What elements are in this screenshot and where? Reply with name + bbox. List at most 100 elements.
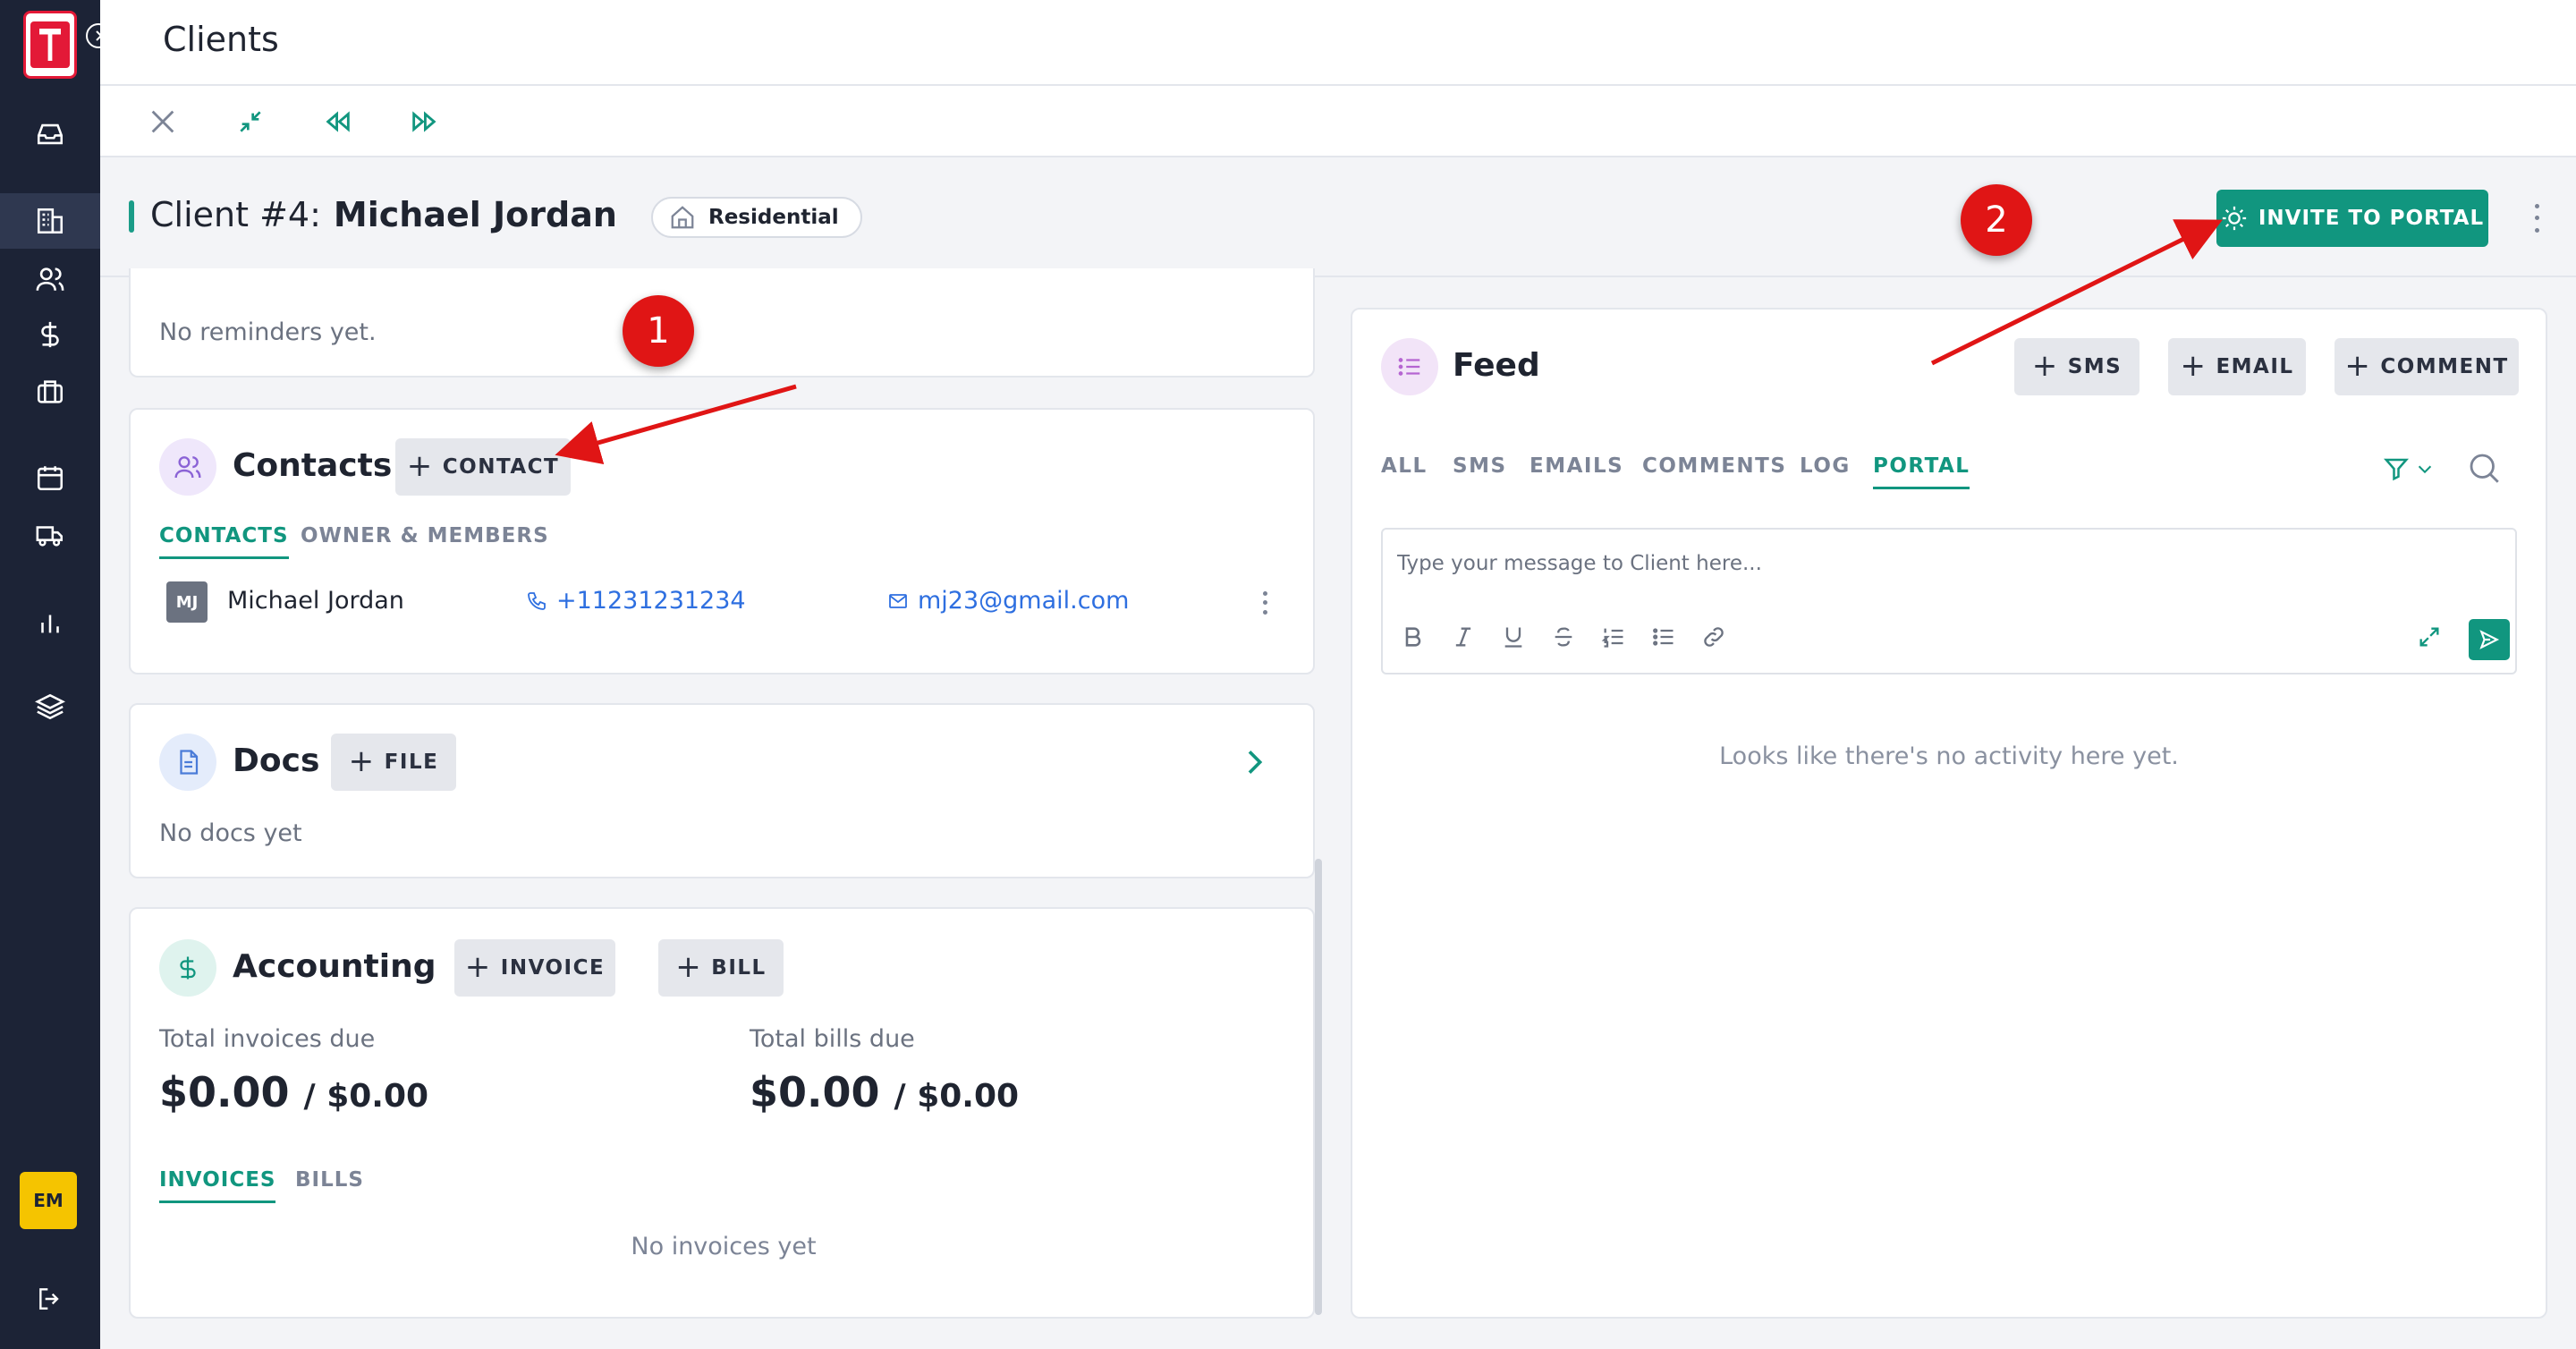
sidebar-item-dispatch[interactable] [25, 510, 75, 560]
bills-due-amount: $0.00 / $0.00 [750, 1068, 1019, 1116]
italic-icon [1455, 627, 1471, 647]
sidebar-item-layers[interactable] [25, 682, 75, 732]
feed-tab-emails[interactable]: EMAILS [1530, 454, 1623, 487]
bills-due-value: $0.00 [750, 1068, 880, 1116]
docs-card-icon [159, 734, 216, 791]
briefcase-icon [37, 380, 64, 403]
sidebar: EM [0, 0, 111, 1349]
contact-email: mj23@gmail.com [918, 587, 1130, 615]
mail-icon [889, 593, 907, 608]
client-type-badge[interactable]: Residential [651, 197, 862, 238]
feed-search-button[interactable] [2465, 449, 2503, 487]
client-type-label: Residential [708, 206, 839, 229]
phone-icon [528, 591, 546, 610]
numbered-list-button[interactable] [1596, 619, 1631, 655]
plus-icon: + [675, 949, 703, 985]
company-logo[interactable] [23, 11, 77, 79]
underline-button[interactable] [1496, 619, 1531, 655]
strikethrough-button[interactable] [1546, 619, 1581, 655]
left-panel-scrollbar[interactable] [1315, 859, 1322, 1315]
chevron-down-icon [2418, 465, 2432, 474]
contact-name[interactable]: Michael Jordan [227, 587, 404, 615]
topbar: Clients [100, 0, 2576, 86]
expand-composer-button[interactable] [2411, 619, 2447, 655]
users-icon [36, 267, 64, 291]
tab-bills[interactable]: BILLS [295, 1168, 364, 1201]
add-email-label: EMAIL [2216, 355, 2294, 378]
accounting-card-icon [159, 939, 216, 997]
sidebar-item-clients[interactable] [0, 193, 100, 249]
docs-expand-button[interactable] [1236, 744, 1272, 780]
tab-invoices[interactable]: INVOICES [159, 1168, 276, 1203]
more-options-button[interactable] [2528, 200, 2546, 236]
tab-owner-members[interactable]: OWNER & MEMBERS [301, 524, 549, 556]
invoices-due-total: / $0.00 [303, 1078, 429, 1115]
bullet-list-button[interactable] [1646, 619, 1682, 655]
feed-tab-all[interactable]: ALL [1381, 454, 1428, 487]
contact-row-menu-button[interactable] [1256, 589, 1274, 617]
feed-title: Feed [1453, 347, 1540, 384]
contact-email-link[interactable]: mj23@gmail.com [887, 587, 1129, 615]
add-contact-button[interactable]: + CONTACT [395, 438, 571, 496]
add-comment-label: COMMENT [2380, 355, 2509, 378]
tab-contacts[interactable]: CONTACTS [159, 524, 289, 559]
add-invoice-button[interactable]: + INVOICE [454, 939, 615, 997]
search-icon [2470, 454, 2499, 483]
invite-label: INVITE TO PORTAL [2258, 207, 2485, 230]
chevron-right-icon [1248, 751, 1263, 774]
sun-icon [2222, 206, 2246, 231]
record-toolbar [100, 86, 2576, 157]
collapse-button[interactable] [231, 102, 270, 141]
contact-phone: +11231231234 [556, 587, 746, 615]
add-bill-button[interactable]: + BILL [658, 939, 784, 997]
page-title: Clients [163, 20, 279, 59]
bold-button[interactable] [1395, 619, 1431, 655]
sidebar-item-logout[interactable] [25, 1274, 75, 1324]
user-avatar[interactable]: EM [20, 1172, 77, 1229]
add-file-label: FILE [384, 751, 439, 774]
filter-icon [2383, 458, 2410, 481]
feed-tab-comments[interactable]: COMMENTS [1642, 454, 1786, 487]
contacts-card-icon [159, 438, 216, 496]
contact-phone-link[interactable]: +11231231234 [526, 587, 746, 615]
previous-record-button[interactable] [318, 102, 358, 141]
layers-icon [35, 693, 65, 720]
italic-button[interactable] [1445, 619, 1481, 655]
send-icon [2479, 630, 2500, 649]
sidebar-item-inbox[interactable] [25, 109, 75, 159]
add-contact-label: CONTACT [442, 455, 560, 479]
invoices-empty-text: No invoices yet [631, 1233, 817, 1260]
bullet-list-icon [1653, 628, 1674, 646]
invite-to-portal-button[interactable]: INVITE TO PORTAL [2216, 190, 2488, 247]
sidebar-item-reports[interactable] [25, 598, 75, 648]
close-button[interactable] [143, 102, 182, 141]
feed-tab-portal[interactable]: PORTAL [1873, 454, 1970, 489]
add-email-button[interactable]: + EMAIL [2168, 338, 2306, 395]
client-title: Client #4: Michael Jordan [150, 195, 617, 234]
message-input[interactable] [1397, 546, 2470, 581]
feed-tab-sms[interactable]: SMS [1453, 454, 1507, 487]
accounting-card: Accounting + INVOICE + BILL Total invoices… [129, 907, 1315, 1319]
client-name: Michael Jordan [333, 195, 617, 234]
dollar-icon [41, 321, 59, 348]
feed-empty-text: Looks like there's no activity here yet. [1719, 742, 2179, 770]
rewind-icon [326, 111, 350, 132]
feed-filter-button[interactable] [2383, 451, 2445, 487]
docs-title: Docs [233, 742, 320, 779]
add-sms-label: SMS [2067, 355, 2123, 378]
next-record-button[interactable] [404, 102, 444, 141]
sidebar-item-calendar[interactable] [25, 453, 75, 503]
link-button[interactable] [1696, 619, 1732, 655]
send-button[interactable] [2469, 619, 2510, 660]
inbox-icon [37, 123, 64, 145]
add-comment-button[interactable]: + COMMENT [2334, 338, 2519, 395]
sidebar-item-finance[interactable] [25, 310, 75, 360]
sidebar-item-users[interactable] [25, 254, 75, 304]
feed-tab-log[interactable]: LOG [1800, 454, 1851, 487]
feed-card-icon [1381, 338, 1438, 395]
contact-avatar: MJ [166, 581, 208, 623]
sidebar-item-jobs[interactable] [25, 367, 75, 417]
add-sms-button[interactable]: + SMS [2014, 338, 2140, 395]
add-file-button[interactable]: + FILE [331, 734, 456, 791]
plus-icon: + [2031, 348, 2059, 384]
